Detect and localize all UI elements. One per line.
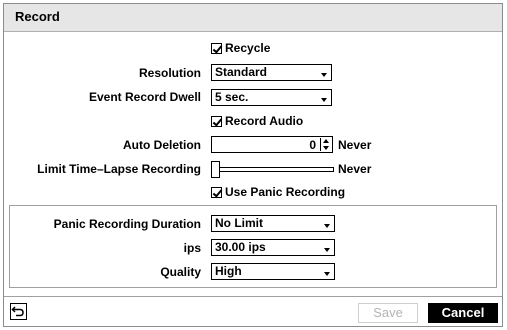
ips-label: ips (183, 241, 201, 255)
back-button[interactable] (10, 303, 27, 320)
dialog-title: Record (15, 9, 60, 24)
resolution-select[interactable]: Standard (211, 64, 332, 81)
use-panic-recording-check-icon[interactable] (211, 186, 222, 198)
use-panic-recording-checkbox[interactable]: Use Panic Recording (211, 185, 345, 199)
dropdown-arrow-icon (321, 98, 327, 102)
limit-time-lapse-slider-thumb[interactable] (211, 161, 220, 178)
record-audio-checkbox[interactable]: Record Audio (211, 114, 303, 128)
dropdown-arrow-icon (321, 73, 327, 77)
auto-deletion-label: Auto Deletion (123, 138, 201, 152)
ips-select[interactable]: 30.00 ips (211, 239, 335, 256)
limit-time-lapse-value: Never (338, 162, 372, 176)
save-button[interactable]: Save (358, 303, 418, 323)
ips-value: 30.00 ips (215, 240, 266, 254)
back-arrow-icon (11, 306, 24, 317)
recycle-label: Recycle (225, 41, 271, 55)
footer-divider (4, 296, 502, 297)
use-panic-recording-label: Use Panic Recording (225, 185, 346, 199)
recycle-check-icon[interactable] (211, 42, 222, 54)
record-dialog: Record Recycle Resolution Standard Event… (3, 3, 503, 327)
auto-deletion-value: 0 (309, 138, 316, 152)
spin-down-icon[interactable] (323, 146, 329, 150)
limit-time-lapse-slider-track[interactable] (211, 167, 334, 172)
dropdown-arrow-icon (324, 272, 330, 276)
spin-buttons[interactable] (320, 138, 331, 151)
resolution-value: Standard (215, 65, 268, 79)
spin-up-icon[interactable] (323, 139, 329, 143)
quality-value: High (215, 264, 242, 278)
quality-select[interactable]: High (211, 263, 335, 280)
resolution-label: Resolution (139, 66, 201, 80)
panic-duration-value: No Limit (215, 216, 263, 230)
panic-duration-select[interactable]: No Limit (211, 215, 335, 232)
record-audio-check-icon[interactable] (211, 115, 222, 127)
record-audio-label: Record Audio (225, 114, 304, 128)
limit-time-lapse-label: Limit Time–Lapse Recording (37, 162, 201, 176)
event-record-dwell-label: Event Record Dwell (88, 90, 201, 104)
event-record-dwell-select[interactable]: 5 sec. (211, 89, 332, 106)
quality-label: Quality (160, 265, 201, 279)
dropdown-arrow-icon (324, 248, 330, 252)
recycle-checkbox[interactable]: Recycle (211, 41, 270, 55)
dropdown-arrow-icon (324, 224, 330, 228)
panic-duration-label: Panic Recording Duration (53, 217, 201, 231)
cancel-button[interactable]: Cancel (428, 303, 498, 323)
title-bar: Record (4, 4, 502, 32)
event-record-dwell-value: 5 sec. (215, 90, 249, 104)
auto-deletion-spinbox[interactable]: 0 (211, 136, 333, 153)
auto-deletion-unit: Never (338, 138, 372, 152)
